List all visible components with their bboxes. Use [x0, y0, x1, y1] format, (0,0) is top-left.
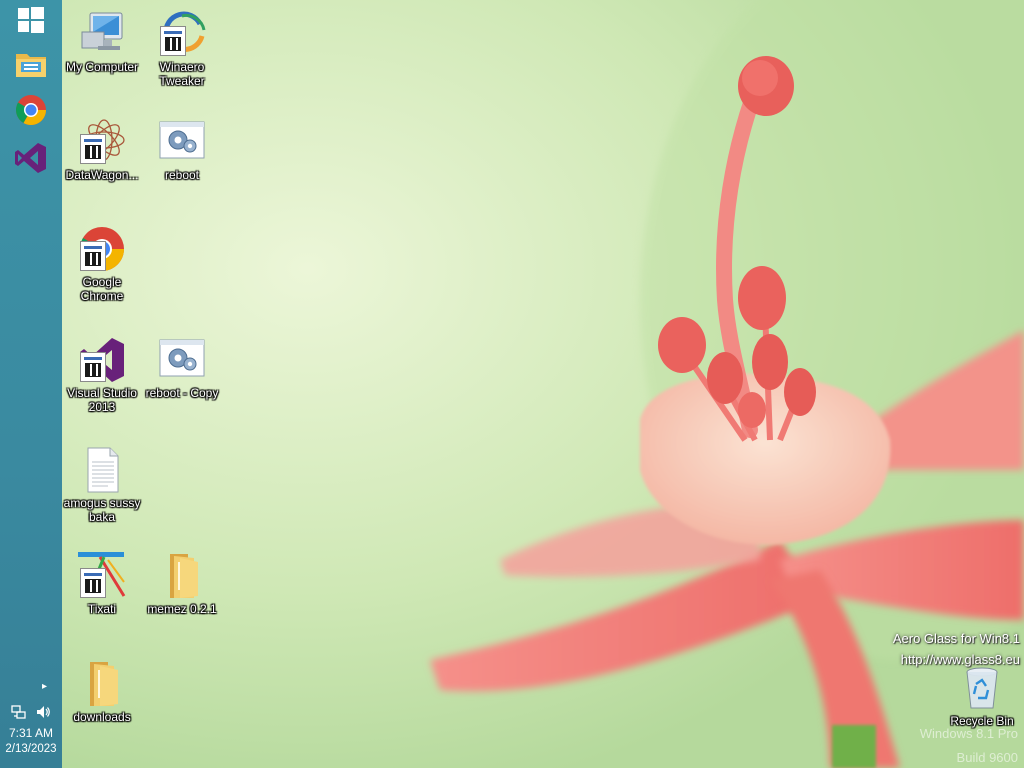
desktop-icon-downloads[interactable]: downloads	[60, 660, 144, 724]
windows-build-watermark: Build 9600	[956, 750, 1018, 765]
taskbar: ▸ 7:31 AM 2/13/2023	[0, 0, 62, 768]
desktop-icon-label: Google Chrome	[80, 275, 124, 303]
desktop-icon-label: amogus sussy baka	[63, 496, 141, 524]
taskbar-chrome[interactable]	[7, 90, 55, 134]
clock-time[interactable]: 7:31 AM	[0, 726, 62, 740]
taskbar-visual-studio[interactable]	[7, 138, 55, 182]
desktop-icon-label: downloads	[73, 710, 131, 724]
desktop-icon-visual-studio-2013[interactable]: Visual Studio 2013	[60, 336, 144, 414]
chrome-icon	[15, 94, 47, 130]
visual-studio-icon	[78, 336, 126, 384]
desktop-icon-my-computer[interactable]: My Computer	[60, 10, 144, 74]
aero-glass-watermark: Aero Glass for Win8.1	[892, 631, 1020, 646]
desktop-icon-reboot[interactable]: reboot	[140, 118, 224, 182]
windows-edition-watermark: Windows 8.1 Pro	[919, 726, 1018, 741]
chrome-icon	[78, 225, 126, 273]
desktop-icon-label: Winaero Tweaker	[159, 60, 205, 88]
aero-glass-url: http://www.glass8.eu	[900, 652, 1020, 667]
desktop-icon-label: reboot - Copy	[145, 386, 219, 400]
desktop-icon-datawagon[interactable]: DataWagon...	[60, 118, 144, 182]
show-hidden-icons-icon[interactable]: ▸	[42, 681, 47, 692]
desktop-icon-label: DataWagon...	[65, 168, 139, 182]
tixati-icon	[78, 552, 126, 600]
file-explorer-icon	[14, 48, 48, 84]
folder-icon	[158, 552, 206, 600]
start-button[interactable]	[7, 0, 55, 44]
desktop-icon-label: My Computer	[65, 60, 139, 74]
desktop-icon-reboot-copy[interactable]: reboot - Copy	[140, 336, 224, 400]
desktop-icon-amogus-sussy-baka[interactable]: amogus sussy baka	[60, 446, 144, 524]
text-file-icon	[78, 446, 126, 494]
datawagon-icon	[78, 118, 126, 166]
desktop-icon-label: reboot	[164, 168, 200, 182]
desktop-icon-winaero-tweaker[interactable]: Winaero Tweaker	[140, 10, 224, 88]
volume-icon[interactable]	[35, 704, 51, 724]
desktop-icon-memez[interactable]: memez 0.2.1	[140, 552, 224, 616]
gear-script-icon	[158, 118, 206, 166]
folder-icon	[78, 660, 126, 708]
desktop-icon-label: Visual Studio 2013	[67, 386, 137, 414]
desktop-icon-recycle-bin[interactable]: Recycle Bin	[940, 664, 1024, 728]
desktop-icon-label: Tixati	[87, 602, 117, 616]
clock-date[interactable]: 2/13/2023	[0, 743, 62, 755]
desktop-icon-tixati[interactable]: Tixati	[60, 552, 144, 616]
recycle-bin-icon	[958, 664, 1006, 712]
computer-icon	[78, 10, 126, 58]
visual-studio-icon	[14, 141, 48, 179]
desktop-icon-label: memez 0.2.1	[147, 602, 217, 616]
winaero-tweaker-icon	[158, 10, 206, 58]
network-icon[interactable]	[11, 704, 27, 724]
gear-script-icon	[158, 336, 206, 384]
desktop-icon-label: Recycle Bin	[950, 714, 1014, 728]
desktop-icon-google-chrome[interactable]: Google Chrome	[60, 225, 144, 303]
taskbar-file-explorer[interactable]	[7, 44, 55, 88]
windows-start-icon	[17, 6, 45, 38]
